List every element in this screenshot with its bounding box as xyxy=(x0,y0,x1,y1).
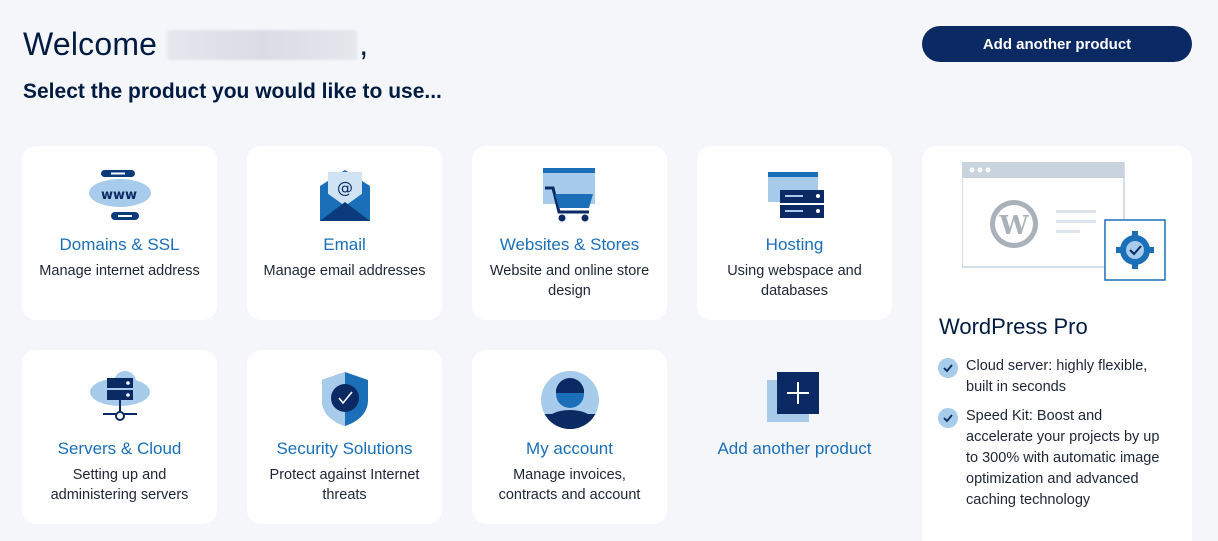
wordpress-browser-illustration: W xyxy=(962,162,1166,281)
svg-text:W: W xyxy=(998,211,1029,241)
product-description: Manage invoices, contracts and account xyxy=(498,467,641,503)
svg-text:www: www xyxy=(100,188,136,203)
www-icon: www xyxy=(88,170,151,220)
product-title: Security Solutions xyxy=(276,439,413,458)
cloud-server-icon xyxy=(89,371,150,421)
shield-icon xyxy=(321,372,368,426)
product-card-my-account[interactable]: My account Manage invoices, contracts an… xyxy=(472,350,667,524)
promo-feature-list: Cloud server: highly flexible, built in … xyxy=(938,356,1166,519)
check-icon xyxy=(938,358,958,378)
promo-feature-item: Cloud server: highly flexible, built in … xyxy=(938,356,1166,398)
svg-text:@: @ xyxy=(337,178,353,197)
add-another-product-tile[interactable]: Add another product xyxy=(697,350,892,524)
product-title: Servers & Cloud xyxy=(57,439,182,458)
product-card-websites[interactable]: Websites & Stores Website and online sto… xyxy=(472,146,667,320)
product-description: Setting up and administering servers xyxy=(50,467,189,503)
product-title: My account xyxy=(526,439,613,458)
product-description: Manage email addresses xyxy=(263,263,426,279)
product-title: Email xyxy=(323,235,366,254)
product-description: Protect against Internet threats xyxy=(269,467,420,503)
product-description: Manage internet address xyxy=(39,263,200,279)
user-icon xyxy=(540,371,599,429)
product-card-email[interactable]: @ Email Manage email addresses xyxy=(247,146,442,320)
product-card-domains[interactable]: www Domains & SSL Manage internet addres… xyxy=(22,146,217,320)
add-tile-title: Add another product xyxy=(717,439,872,458)
product-description: Using webspace and databases xyxy=(727,263,862,299)
product-card-servers[interactable]: Servers & Cloud Setting up and administe… xyxy=(22,350,217,524)
check-icon xyxy=(938,408,958,428)
promo-feature-item: Speed Kit: Boost and accelerate your pro… xyxy=(938,406,1166,511)
product-title: Hosting xyxy=(765,235,824,254)
shopping-cart-icon xyxy=(542,168,595,222)
server-icon xyxy=(767,172,824,218)
email-icon: @ xyxy=(319,170,370,221)
product-title: Domains & SSL xyxy=(59,235,180,254)
redacted-user-name xyxy=(167,29,358,60)
add-another-product-button[interactable]: Add another product xyxy=(922,26,1192,62)
promo-title: WordPress Pro xyxy=(939,314,1088,339)
wordpress-pro-promo[interactable]: W WordPress Pro Cloud server: highly fle… xyxy=(922,146,1192,541)
product-card-security[interactable]: Security Solutions Protect against Inter… xyxy=(247,350,442,524)
welcome-comma: , xyxy=(359,26,369,62)
plus-icon xyxy=(767,372,819,422)
promo-feature-text: Cloud server: highly flexible, built in … xyxy=(966,358,1148,395)
welcome-text: Welcome xyxy=(23,26,158,62)
product-card-hosting[interactable]: Hosting Using webspace and databases xyxy=(697,146,892,320)
promo-feature-text: Speed Kit: Boost and accelerate your pro… xyxy=(966,408,1160,508)
page-subtitle: Select the product you would like to use… xyxy=(23,80,442,103)
product-description: Website and online store design xyxy=(489,263,650,299)
welcome-heading: Welcome , xyxy=(23,26,368,63)
product-title: Websites & Stores xyxy=(499,235,640,254)
